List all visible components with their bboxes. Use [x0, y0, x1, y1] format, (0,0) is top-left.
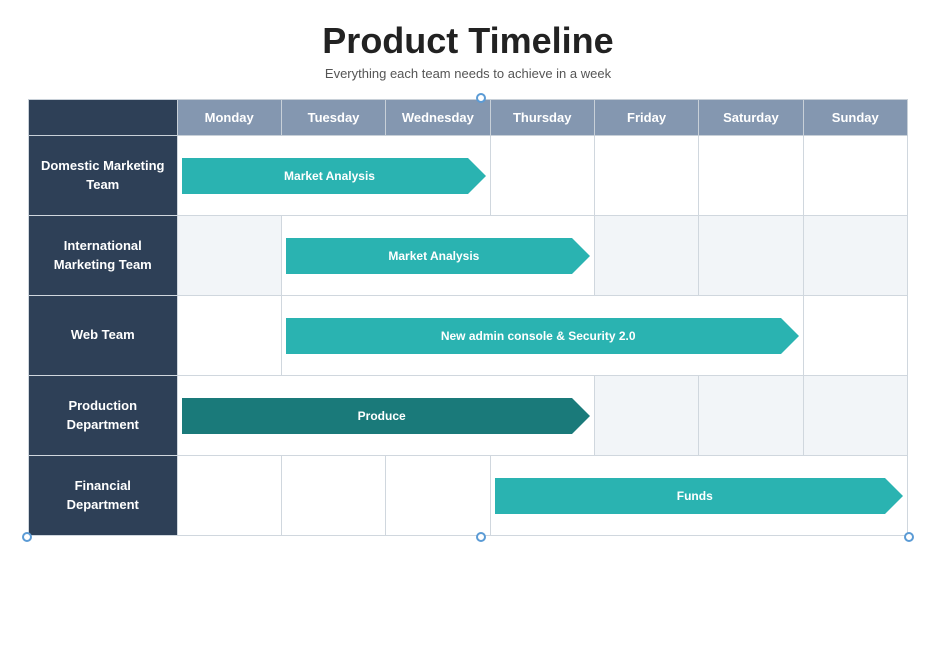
table-row: Domestic Marketing TeamMarket Analysis: [29, 136, 908, 216]
marker-top: [476, 93, 486, 103]
task-label: Produce: [182, 398, 572, 434]
header-monday: Monday: [177, 100, 281, 136]
header-row: Monday Tuesday Wednesday Thursday Friday…: [29, 100, 908, 136]
header-saturday: Saturday: [699, 100, 803, 136]
task-label: Funds: [495, 478, 885, 514]
team-label: Domestic Marketing Team: [29, 136, 178, 216]
header-wednesday: Wednesday: [386, 100, 490, 136]
empty-cell: [177, 296, 281, 376]
task-arrow-head: [572, 238, 590, 274]
table-row: International Marketing Team Market Analy…: [29, 216, 908, 296]
task-label: Market Analysis: [182, 158, 468, 194]
empty-cell: [699, 136, 803, 216]
task-arrow-head: [781, 318, 799, 354]
empty-cell: [594, 376, 698, 456]
task-cell: Market Analysis: [177, 136, 490, 216]
marker-bottom-wed: [476, 532, 486, 542]
page-subtitle: Everything each team needs to achieve in…: [325, 66, 611, 81]
table-row: Financial Department Funds: [29, 456, 908, 536]
task-cell: New admin console & Security 2.0: [281, 296, 803, 376]
header-tuesday: Tuesday: [281, 100, 385, 136]
table-row: Production DepartmentProduce: [29, 376, 908, 456]
team-label: Web Team: [29, 296, 178, 376]
empty-cell: [386, 456, 490, 536]
task-arrow: Produce: [182, 398, 590, 434]
team-label: Production Department: [29, 376, 178, 456]
header-friday: Friday: [594, 100, 698, 136]
task-cell: Market Analysis: [281, 216, 594, 296]
task-label: Market Analysis: [286, 238, 572, 274]
empty-cell: [594, 216, 698, 296]
task-arrow: Funds: [495, 478, 903, 514]
gantt-table: Monday Tuesday Wednesday Thursday Friday…: [28, 99, 908, 536]
task-arrow-head: [572, 398, 590, 434]
empty-cell: [177, 216, 281, 296]
empty-cell: [803, 216, 907, 296]
task-label: New admin console & Security 2.0: [286, 318, 781, 354]
timeline-wrapper: Monday Tuesday Wednesday Thursday Friday…: [28, 99, 908, 536]
header-thursday: Thursday: [490, 100, 594, 136]
empty-cell: [803, 296, 907, 376]
empty-cell: [594, 136, 698, 216]
header-sunday: Sunday: [803, 100, 907, 136]
empty-cell: [281, 456, 385, 536]
task-cell: Funds: [490, 456, 907, 536]
task-cell: Produce: [177, 376, 594, 456]
task-arrow-head: [468, 158, 486, 194]
team-label: Financial Department: [29, 456, 178, 536]
header-label-cell: [29, 100, 178, 136]
empty-cell: [699, 376, 803, 456]
empty-cell: [490, 136, 594, 216]
empty-cell: [803, 136, 907, 216]
table-row: Web Team New admin console & Security 2.0: [29, 296, 908, 376]
team-label: International Marketing Team: [29, 216, 178, 296]
empty-cell: [177, 456, 281, 536]
empty-cell: [699, 216, 803, 296]
task-arrow: Market Analysis: [182, 158, 486, 194]
page-title: Product Timeline: [322, 20, 613, 62]
marker-bottom-left: [22, 532, 32, 542]
gantt-body: Domestic Marketing TeamMarket AnalysisIn…: [29, 136, 908, 536]
marker-bottom-right: [904, 532, 914, 542]
empty-cell: [803, 376, 907, 456]
task-arrow: New admin console & Security 2.0: [286, 318, 799, 354]
task-arrow-head: [885, 478, 903, 514]
task-arrow: Market Analysis: [286, 238, 590, 274]
